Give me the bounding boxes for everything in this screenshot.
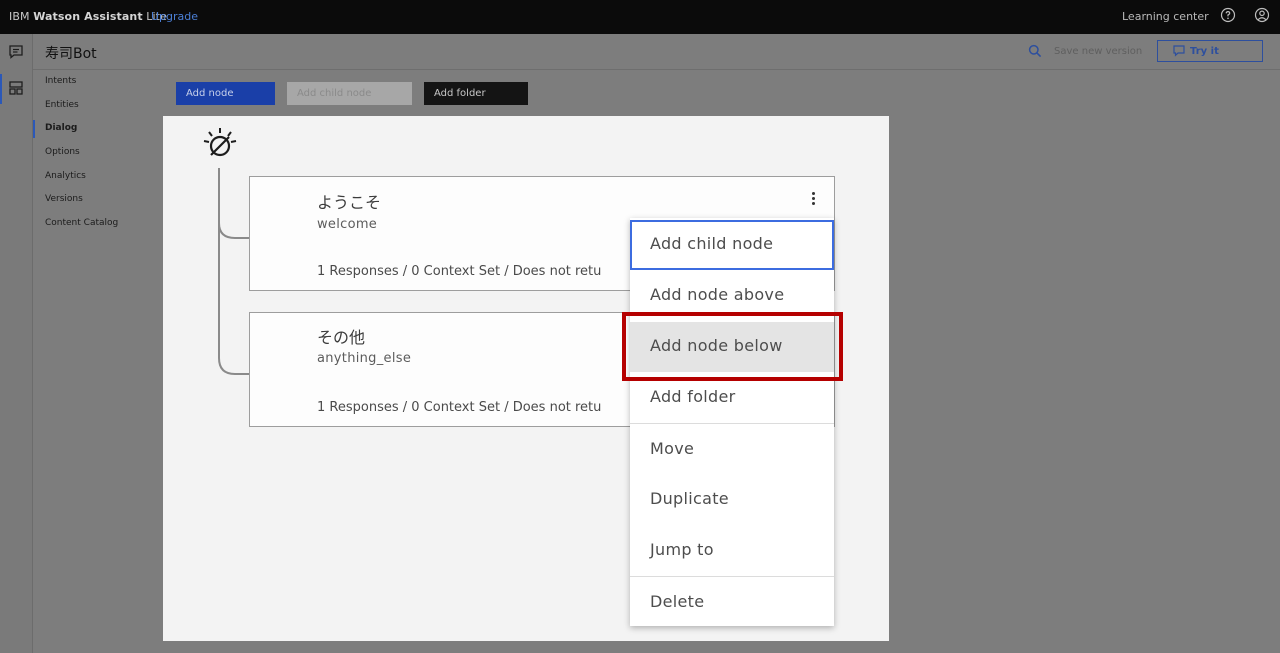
menu-divider [630, 423, 834, 424]
node-title: その他 [317, 328, 366, 347]
rail-active-indicator [0, 74, 2, 104]
node-condition: welcome [317, 217, 378, 232]
nav-active-indicator [33, 120, 35, 138]
page-title: 寿司Bot [45, 46, 97, 62]
nav-item-dialog[interactable]: Dialog [45, 123, 77, 133]
nav-item-analytics[interactable]: Analytics [45, 171, 86, 181]
watson-logo-icon [203, 128, 237, 157]
top-bar: IBM Watson Assistant Lite Upgrade Learni… [0, 0, 1280, 34]
product-name[interactable]: IBM Watson Assistant Lite [9, 10, 167, 23]
menu-item-add-child-node[interactable]: Add child node [630, 220, 834, 270]
highlight-annotation [622, 312, 843, 381]
menu-divider [630, 576, 834, 577]
node-summary: 1 Responses / 0 Context Set / Does not r… [317, 264, 602, 279]
menu-item-duplicate[interactable]: Duplicate [630, 475, 834, 525]
upgrade-link[interactable]: Upgrade [151, 10, 198, 23]
nav-item-versions[interactable]: Versions [45, 194, 83, 204]
save-new-version-button[interactable]: Save new version [1054, 46, 1142, 57]
node-options-button[interactable] [791, 177, 835, 217]
nav-item-entities[interactable]: Entities [45, 100, 79, 110]
tree-connector [218, 168, 250, 375]
nav-item-options[interactable]: Options [45, 147, 80, 157]
left-rail [0, 34, 33, 653]
learning-center-link[interactable]: Learning center [1122, 10, 1209, 23]
chat-icon[interactable] [7, 43, 25, 61]
menu-item-delete[interactable]: Delete [630, 578, 834, 628]
add-node-button[interactable]: Add node [176, 82, 275, 105]
node-title: ようこそ [317, 193, 382, 212]
help-icon[interactable] [1220, 7, 1236, 23]
menu-item-move[interactable]: Move [630, 425, 834, 475]
skills-icon[interactable] [7, 79, 25, 97]
nav-item-content-catalog[interactable]: Content Catalog [45, 218, 118, 228]
add-folder-button[interactable]: Add folder [424, 82, 528, 105]
menu-item-jump-to[interactable]: Jump to [630, 526, 834, 576]
try-it-label: Try it [1190, 46, 1219, 57]
search-icon[interactable] [1028, 44, 1042, 58]
brand-prefix: IBM [9, 10, 34, 23]
chat-bubble-icon [1173, 45, 1185, 57]
user-icon[interactable] [1254, 7, 1270, 23]
nav-item-intents[interactable]: Intents [45, 76, 76, 86]
node-context-menu: Add child node Add node above Add node b… [630, 218, 834, 626]
workspace-header: 寿司Bot Save new version Try it [33, 34, 1280, 70]
node-summary: 1 Responses / 0 Context Set / Does not r… [317, 400, 602, 415]
add-child-node-button[interactable]: Add child node [287, 82, 412, 105]
node-condition: anything_else [317, 351, 412, 366]
brand-bold: Watson Assistant [33, 10, 143, 23]
try-it-button[interactable]: Try it [1157, 40, 1263, 62]
